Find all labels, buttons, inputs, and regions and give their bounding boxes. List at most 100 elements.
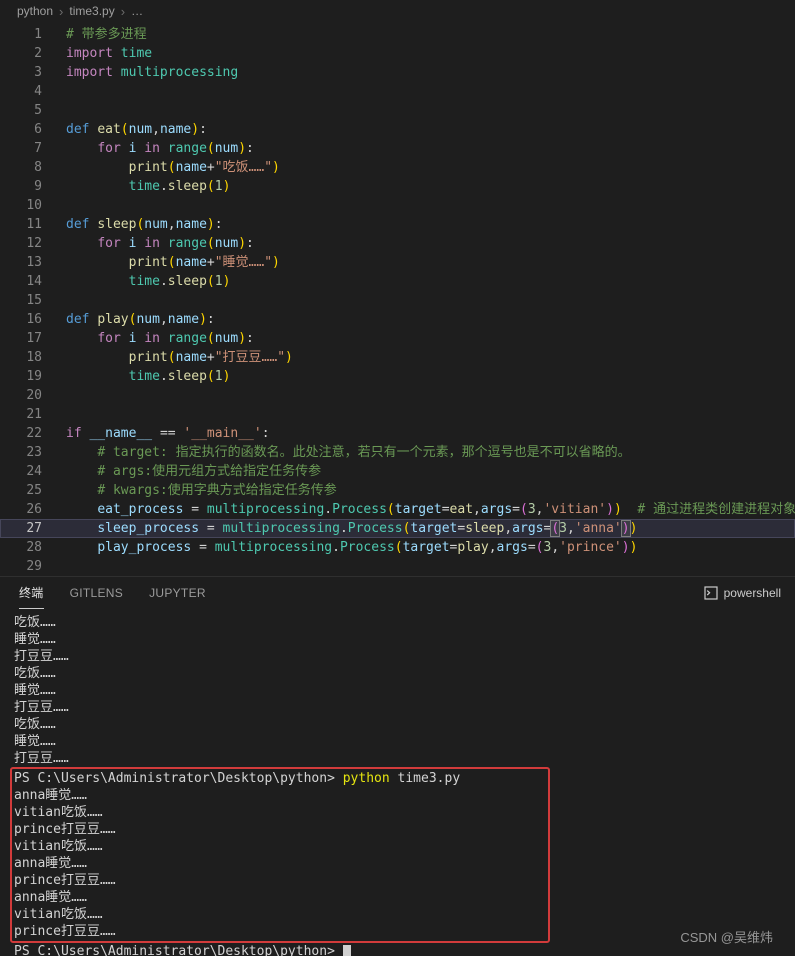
line-number[interactable]: 27 xyxy=(0,519,42,538)
code-line[interactable]: 26 eat_process = multiprocessing.Process… xyxy=(0,500,795,519)
token: 'vitian' xyxy=(543,502,607,517)
token: . xyxy=(324,502,333,517)
terminal-line: prince打豆豆…… xyxy=(14,923,548,940)
token: , xyxy=(167,217,176,232)
line-number[interactable]: 26 xyxy=(0,500,42,519)
code-editor[interactable]: 1 # 带参多进程 2 import time 3 import multiprocess… xyxy=(0,22,795,576)
code-line[interactable]: 12 for i in range(num): xyxy=(0,234,795,253)
line-number[interactable]: 8 xyxy=(0,158,42,177)
token: # 带参多进程 xyxy=(66,27,147,42)
token: time xyxy=(120,46,153,61)
tab-terminal[interactable]: 终端 xyxy=(19,577,44,609)
code-line[interactable]: 4 xyxy=(0,82,795,101)
code-line[interactable]: 29 xyxy=(0,557,795,576)
line-number[interactable]: 11 xyxy=(0,215,42,234)
line-number[interactable]: 6 xyxy=(0,120,42,139)
code-line[interactable]: 19 time.sleep(1) xyxy=(0,367,795,386)
code-line[interactable]: 11 def sleep(num,name): xyxy=(0,215,795,234)
line-number[interactable]: 23 xyxy=(0,443,42,462)
code-line[interactable]: 23 # target: 指定执行的函数名。此处注意，若只有一个元素，那个逗号也… xyxy=(0,443,795,462)
line-number[interactable]: 3 xyxy=(0,63,42,82)
token: time xyxy=(128,179,160,194)
line-number[interactable]: 2 xyxy=(0,44,42,63)
shell-selector[interactable]: powershell xyxy=(704,586,781,600)
token: ( xyxy=(167,160,176,175)
code-line[interactable]: 6 def eat(num,name): xyxy=(0,120,795,139)
line-number[interactable]: 19 xyxy=(0,367,42,386)
breadcrumb-item-file[interactable]: time3.py xyxy=(69,4,114,18)
line-number[interactable]: 12 xyxy=(0,234,42,253)
token: ) xyxy=(606,502,614,517)
code-line[interactable]: 1 # 带参多进程 xyxy=(0,25,795,44)
token: 吃饭…… xyxy=(14,666,56,681)
code-line[interactable]: 15 xyxy=(0,291,795,310)
line-number[interactable]: 16 xyxy=(0,310,42,329)
line-number[interactable]: 5 xyxy=(0,101,42,120)
token: . xyxy=(159,369,168,384)
code-text: time.sleep(1) xyxy=(66,272,231,291)
code-line[interactable]: 25 # kwargs:使用字典方式给指定任务传参 xyxy=(0,481,795,500)
terminal[interactable]: 吃饭…… 睡觉…… 打豆豆…… 吃饭…… 睡觉…… 打豆豆…… 吃饭…… 睡觉…… 打豆豆…… … xyxy=(0,609,795,956)
code-line[interactable]: 9 time.sleep(1) xyxy=(0,177,795,196)
breadcrumb-item-folder[interactable]: python xyxy=(17,4,53,18)
code-line[interactable]: 7 for i in range(num): xyxy=(0,139,795,158)
token: ) xyxy=(629,521,638,536)
line-number[interactable]: 20 xyxy=(0,386,42,405)
code-line[interactable]: 16 def play(num,name): xyxy=(0,310,795,329)
code-line[interactable]: 20 xyxy=(0,386,795,405)
code-line[interactable]: 22 if __name__ == '__main__': xyxy=(0,424,795,443)
code-line[interactable]: 13 print(name+"睡觉……") xyxy=(0,253,795,272)
tab-gitlens[interactable]: GITLENS xyxy=(70,577,123,609)
code-text: play_process = multiprocessing.Process(t… xyxy=(66,538,637,557)
code-line[interactable]: 10 xyxy=(0,196,795,215)
token: range xyxy=(167,331,207,346)
line-number[interactable]: 25 xyxy=(0,481,42,500)
line-number[interactable]: 15 xyxy=(0,291,42,310)
line-number[interactable]: 28 xyxy=(0,538,42,557)
line-number[interactable]: 14 xyxy=(0,272,42,291)
code-line[interactable]: 14 time.sleep(1) xyxy=(0,272,795,291)
terminal-line: 打豆豆…… xyxy=(14,648,795,665)
code-line[interactable]: 5 xyxy=(0,101,795,120)
token: target xyxy=(410,521,458,536)
code-line[interactable]: 8 print(name+"吃饭……") xyxy=(0,158,795,177)
line-number[interactable]: 7 xyxy=(0,139,42,158)
code-line[interactable]: 18 print(name+"打豆豆……") xyxy=(0,348,795,367)
token: sleep xyxy=(167,274,207,289)
terminal-line: 吃饭…… xyxy=(14,665,795,682)
breadcrumb-item-symbol[interactable]: … xyxy=(131,4,143,18)
code-line[interactable]: 17 for i in range(num): xyxy=(0,329,795,348)
line-number[interactable]: 17 xyxy=(0,329,42,348)
line-number[interactable]: 9 xyxy=(0,177,42,196)
line-number[interactable]: 10 xyxy=(0,196,42,215)
token: num xyxy=(136,312,160,327)
line-number[interactable]: 29 xyxy=(0,557,42,576)
line-number[interactable]: 22 xyxy=(0,424,42,443)
line-number[interactable]: 1 xyxy=(0,25,42,44)
token: sleep xyxy=(167,369,207,384)
code-line[interactable]: 21 xyxy=(0,405,795,424)
terminal-line: anna睡觉…… xyxy=(14,787,548,804)
shell-selector-label[interactable]: powershell xyxy=(724,586,781,600)
line-number[interactable]: 24 xyxy=(0,462,42,481)
line-number[interactable]: 21 xyxy=(0,405,42,424)
tab-jupyter[interactable]: JUPYTER xyxy=(149,577,206,609)
code-text: time.sleep(1) xyxy=(66,177,231,196)
token: 睡觉…… xyxy=(14,683,56,698)
code-line[interactable]: 3 import multiprocessing xyxy=(0,63,795,82)
token: : xyxy=(214,217,223,232)
code-line[interactable]: 24 # args:使用元组方式给指定任务传参 xyxy=(0,462,795,481)
code-line[interactable]: 27 sleep_process = multiprocessing.Proce… xyxy=(0,519,795,538)
line-number[interactable]: 13 xyxy=(0,253,42,272)
code-text: # args:使用元组方式给指定任务传参 xyxy=(66,462,321,481)
token: time xyxy=(128,369,160,384)
terminal-line: 睡觉…… xyxy=(14,733,795,750)
code-line[interactable]: 2 import time xyxy=(0,44,795,63)
code-line[interactable]: 28 play_process = multiprocessing.Proces… xyxy=(0,538,795,557)
token: ) xyxy=(621,540,630,555)
token: , xyxy=(159,312,168,327)
line-number[interactable]: 4 xyxy=(0,82,42,101)
line-number[interactable]: 18 xyxy=(0,348,42,367)
